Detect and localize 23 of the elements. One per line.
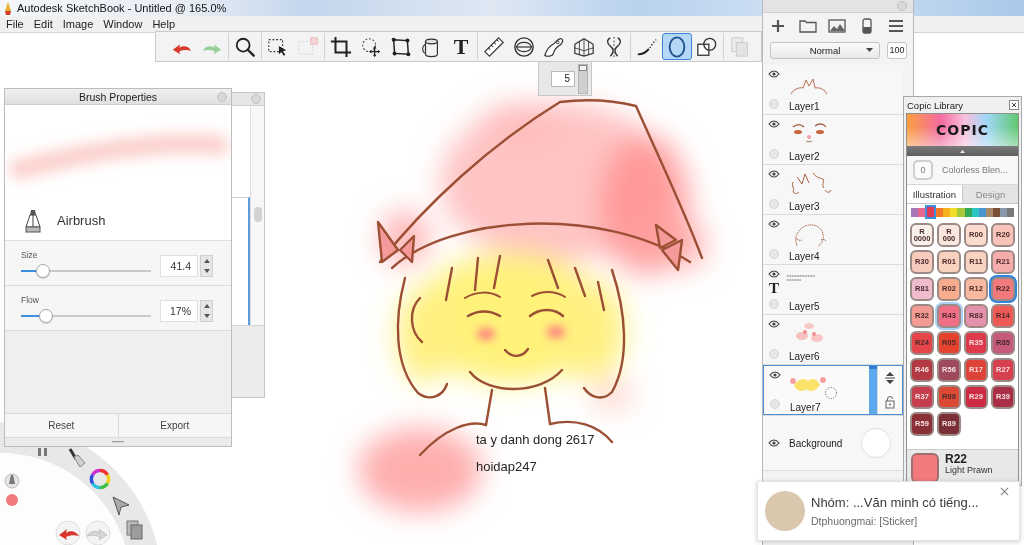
color-code: R22: [945, 453, 967, 465]
layer-name: Layer1: [788, 101, 820, 112]
notification-message: Dtphuongmai: [Sticker]: [811, 515, 918, 527]
notification-title: Nhóm: ...Văn minh có tiếng...: [811, 495, 979, 510]
color-name: Light Prawn: [945, 465, 993, 476]
panel-title: Brush Properties: [78, 90, 158, 103]
panel-title: Copic Library: [907, 99, 963, 111]
layer-name: Layer5: [788, 301, 820, 312]
layer-name: Background: [788, 438, 843, 449]
blender-name: Colorless Blen...: [942, 165, 1008, 175]
layer-name: Layer2: [788, 151, 820, 162]
window-title: Autodesk SketchBook - Untitled @ 165.0%: [17, 2, 227, 14]
canvas-text: hoidap247: [476, 459, 538, 474]
slider-label: Size: [21, 250, 38, 260]
slider-label: Flow: [21, 295, 39, 305]
layer-name: Layer7: [789, 402, 821, 413]
layer-name: Layer4: [788, 251, 820, 262]
copic-logo: COPIC: [936, 122, 989, 138]
layer-name: Layer6: [788, 351, 820, 362]
canvas-text: ta y danh dong 2617: [476, 432, 595, 447]
text-layer-glyph: T: [769, 281, 779, 296]
layer-name: Layer3: [788, 201, 820, 212]
brush-name: Airbrush: [57, 213, 106, 228]
